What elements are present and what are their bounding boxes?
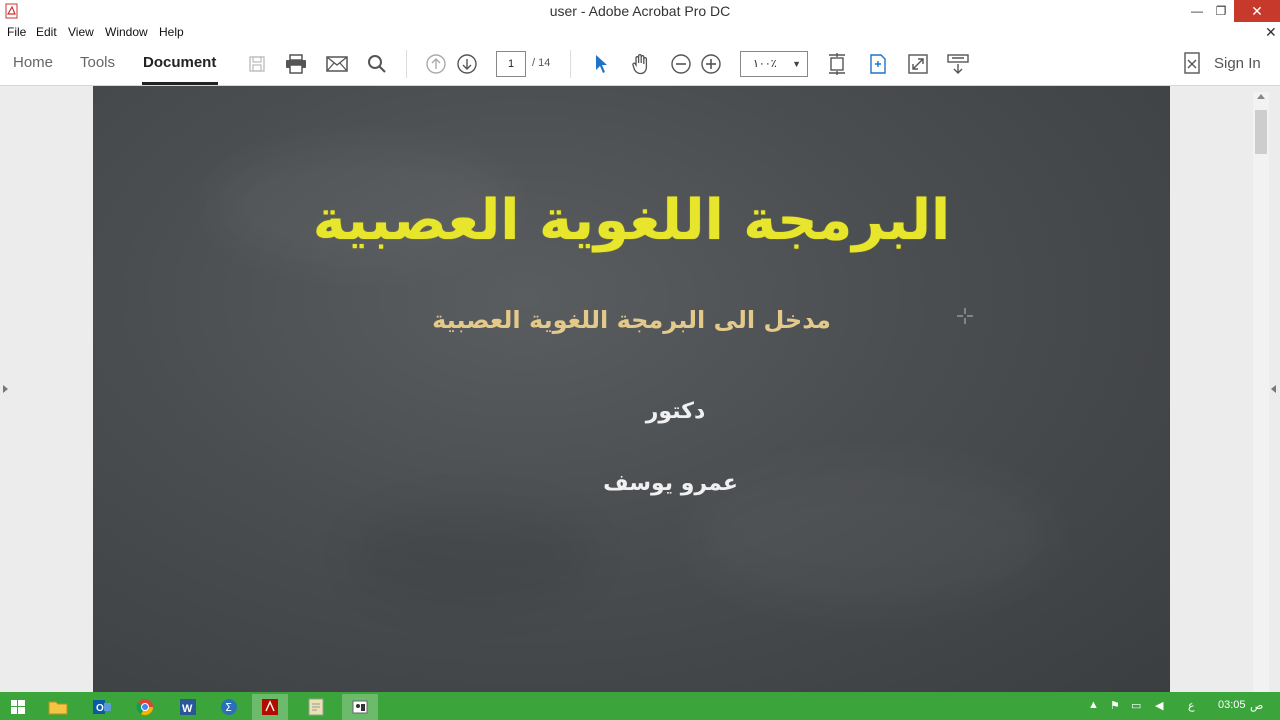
fit-page-icon[interactable] bbox=[825, 52, 849, 76]
windows-start-icon[interactable] bbox=[0, 694, 36, 720]
tray-expand-icon[interactable]: ▲ bbox=[1088, 699, 1099, 711]
sign-in-icon[interactable] bbox=[1184, 52, 1200, 74]
search-icon[interactable] bbox=[365, 52, 389, 76]
menu-file[interactable]: File bbox=[7, 25, 26, 39]
toolbar-separator bbox=[406, 50, 407, 78]
minimize-button[interactable]: — bbox=[1184, 0, 1210, 22]
page-number-input[interactable]: 1 bbox=[496, 51, 526, 77]
toolbar-separator bbox=[570, 50, 571, 78]
word-icon[interactable]: W bbox=[170, 694, 206, 720]
close-window-button[interactable]: ✕ bbox=[1234, 0, 1280, 22]
tab-document[interactable]: Document bbox=[143, 54, 216, 71]
active-tab-indicator bbox=[142, 82, 218, 85]
menu-window[interactable]: Window bbox=[105, 25, 148, 39]
tab-tools[interactable]: Tools bbox=[80, 54, 115, 71]
chrome-icon[interactable] bbox=[127, 694, 163, 720]
page-total: / 14 bbox=[532, 57, 551, 69]
clock-period: ص bbox=[1250, 700, 1264, 712]
clock-time[interactable]: 03:05 bbox=[1218, 699, 1246, 711]
volume-icon[interactable]: ◀ bbox=[1155, 699, 1163, 712]
window-title: user - Adobe Acrobat Pro DC bbox=[549, 3, 731, 19]
select-cursor-icon[interactable] bbox=[589, 52, 613, 76]
sigma-app-icon[interactable]: Σ bbox=[211, 694, 247, 720]
scrollbar-thumb[interactable] bbox=[1255, 110, 1267, 154]
crosshair-cursor-icon bbox=[957, 308, 973, 324]
zoom-out-icon[interactable] bbox=[669, 52, 693, 76]
print-icon[interactable] bbox=[284, 52, 308, 76]
pdf-page: البرمجة اللغوية العصبية مدخل الى البرمجة… bbox=[93, 86, 1170, 692]
scroll-mode-icon[interactable] bbox=[946, 52, 970, 76]
restore-button[interactable]: ❐ bbox=[1208, 0, 1234, 22]
file-explorer-icon[interactable] bbox=[40, 694, 76, 720]
scroll-up-icon[interactable] bbox=[1257, 94, 1265, 99]
title-bar: user - Adobe Acrobat Pro DC — ❐ ✕ bbox=[0, 0, 1280, 22]
vertical-scrollbar[interactable] bbox=[1253, 92, 1269, 692]
document-viewport[interactable]: البرمجة اللغوية العصبية مدخل الى البرمجة… bbox=[0, 86, 1280, 692]
zoom-level-select[interactable]: ١٠٠٪ ▼ bbox=[740, 51, 808, 77]
close-document-button[interactable]: ✕ bbox=[1265, 24, 1277, 41]
paint-app-icon[interactable] bbox=[342, 694, 378, 720]
zoom-level-value: ١٠٠٪ bbox=[753, 58, 777, 70]
acrobat-taskbar-icon[interactable] bbox=[252, 694, 288, 720]
chalk-smudge bbox=[353, 506, 593, 606]
menu-view[interactable]: View bbox=[68, 25, 94, 39]
hand-tool-icon[interactable] bbox=[629, 52, 653, 76]
menu-bar: File Edit View Window Help ✕ bbox=[0, 22, 1280, 42]
email-icon[interactable] bbox=[325, 52, 349, 76]
svg-text:O: O bbox=[96, 703, 104, 714]
chevron-down-icon: ▼ bbox=[792, 59, 801, 69]
sign-in-link[interactable]: Sign In bbox=[1214, 55, 1261, 72]
windows-taskbar: O W Σ ▲ ⚑ ▭ ◀ ع 03:05 ص bbox=[0, 692, 1280, 720]
menu-edit[interactable]: Edit bbox=[36, 25, 57, 39]
menu-help[interactable]: Help bbox=[159, 25, 184, 39]
previous-page-icon[interactable] bbox=[424, 52, 448, 76]
main-toolbar: Home Tools Document 1 / 14 ١٠٠٪ ▼ Sign I… bbox=[0, 42, 1280, 86]
svg-text:Σ: Σ bbox=[225, 701, 232, 714]
left-panel-toggle-icon[interactable] bbox=[3, 385, 8, 393]
author-title: دكتور bbox=[645, 399, 706, 424]
next-page-icon[interactable] bbox=[455, 52, 479, 76]
notes-app-icon[interactable] bbox=[298, 694, 334, 720]
document-subheading: مدخل الى البرمجة اللغوية العصبية bbox=[432, 306, 831, 334]
save-icon[interactable] bbox=[245, 52, 269, 76]
zoom-in-icon[interactable] bbox=[699, 52, 723, 76]
tab-home[interactable]: Home bbox=[13, 54, 53, 71]
document-heading: البرمجة اللغوية العصبية bbox=[312, 188, 951, 253]
full-screen-icon[interactable] bbox=[906, 52, 930, 76]
outlook-icon[interactable]: O bbox=[84, 694, 120, 720]
tray-flag-icon[interactable]: ⚑ bbox=[1110, 699, 1120, 712]
rotate-view-icon[interactable] bbox=[866, 52, 890, 76]
battery-icon[interactable]: ▭ bbox=[1131, 699, 1141, 712]
svg-text:W: W bbox=[182, 703, 193, 715]
right-panel-toggle-icon[interactable] bbox=[1271, 385, 1276, 393]
keyboard-language[interactable]: ع bbox=[1188, 699, 1195, 712]
author-name: عمرو يوسف bbox=[603, 471, 738, 496]
